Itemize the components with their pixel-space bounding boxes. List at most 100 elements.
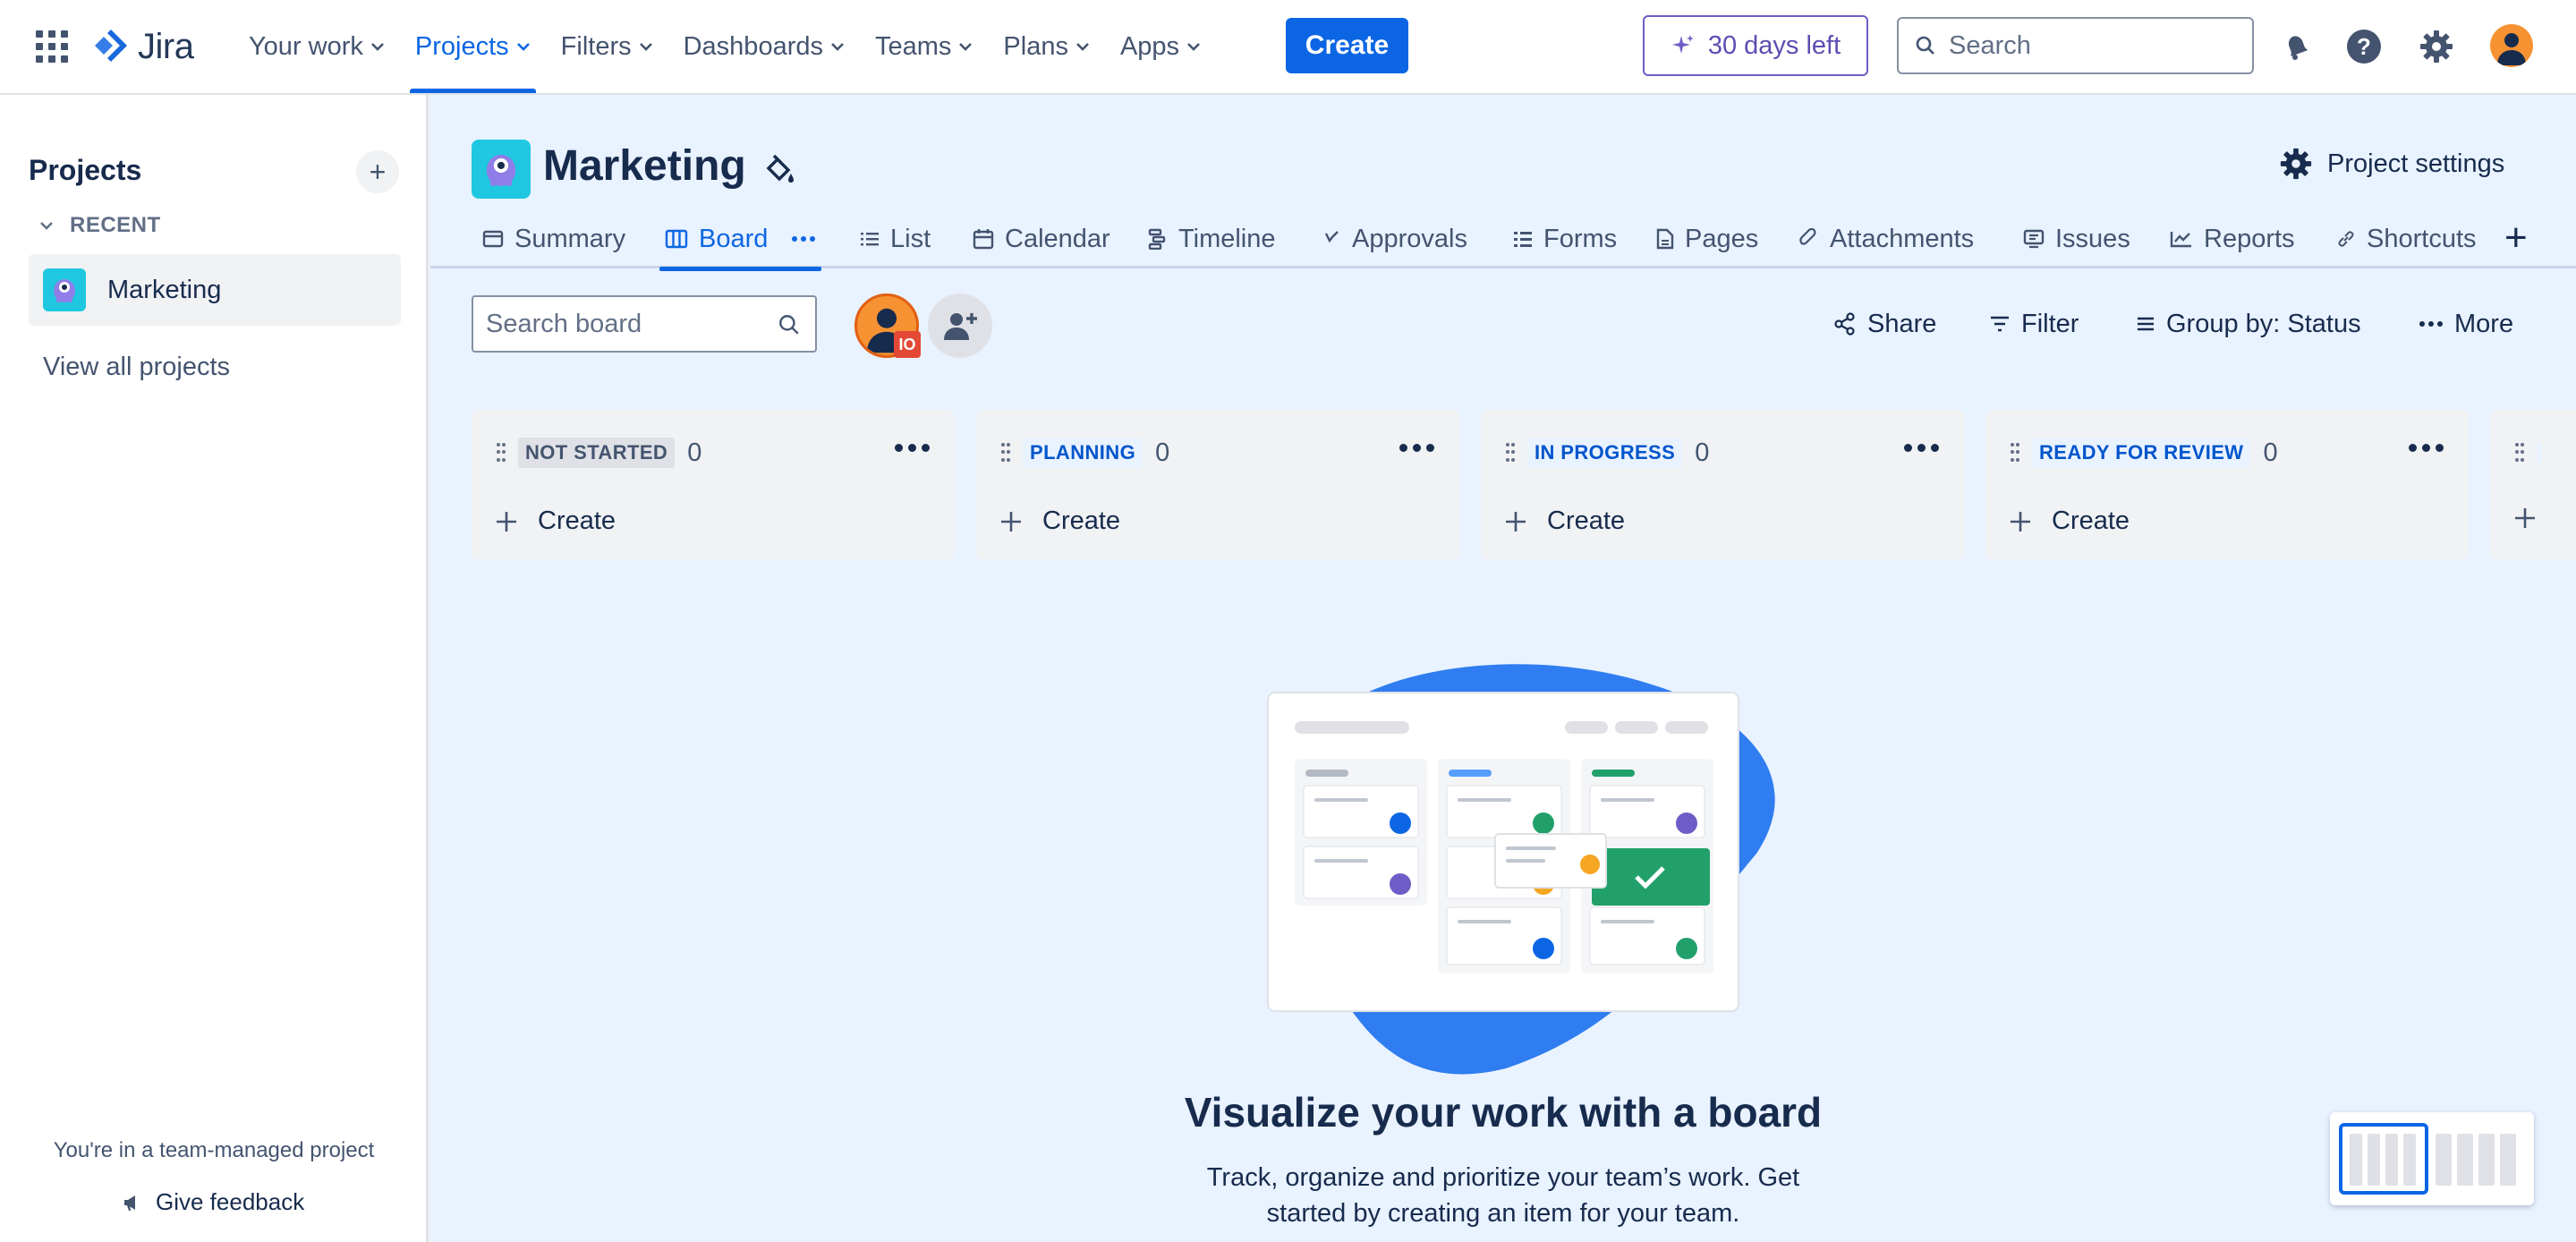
share-button[interactable]: Share bbox=[1833, 306, 1936, 342]
column-create-button[interactable]: Create bbox=[2009, 506, 2130, 536]
group-by-button[interactable]: Group by: Status bbox=[2136, 306, 2361, 342]
view-all-projects-link[interactable]: View all projects bbox=[43, 353, 230, 382]
add-person-icon bbox=[944, 313, 977, 340]
sidebar-title: Projects bbox=[29, 154, 142, 186]
tab-reports[interactable]: Reports bbox=[2170, 209, 2295, 268]
create-label: Create bbox=[538, 506, 616, 535]
tab-label: Reports bbox=[2204, 224, 2295, 253]
tab-issues[interactable]: Issues bbox=[2023, 209, 2130, 268]
sidebar-item-label: Marketing bbox=[107, 275, 222, 304]
tab-calendar[interactable]: Calendar bbox=[973, 209, 1110, 268]
user-avatar[interactable] bbox=[2490, 24, 2533, 67]
drag-handle-icon[interactable] bbox=[1001, 443, 1010, 463]
tab-label: Calendar bbox=[1005, 224, 1110, 253]
more-icon bbox=[2419, 321, 2443, 327]
recent-section-toggle[interactable]: RECENT bbox=[39, 213, 161, 238]
drag-handle-icon[interactable] bbox=[2011, 443, 2019, 463]
column-more-icon[interactable] bbox=[1399, 444, 1434, 452]
tab-label: Board bbox=[699, 224, 769, 253]
trial-button[interactable]: 30 days left bbox=[1643, 15, 1868, 76]
column-create-button[interactable]: Create bbox=[1504, 506, 1625, 536]
nav-teams[interactable]: Teams bbox=[875, 0, 973, 93]
global-search[interactable] bbox=[1897, 17, 2254, 74]
plus-icon bbox=[1001, 511, 1021, 532]
column-header: PLANNING 0 bbox=[1001, 435, 1169, 471]
attachment-icon bbox=[1799, 228, 1816, 245]
trial-label: 30 days left bbox=[1707, 30, 1841, 60]
project-tabs: Summary Board List Calendar Timeline App… bbox=[430, 209, 2576, 271]
jira-logo[interactable]: Jira bbox=[91, 23, 194, 70]
filter-button[interactable]: Filter bbox=[1989, 306, 2079, 342]
board-search-input[interactable] bbox=[486, 309, 772, 339]
megaphone-icon bbox=[124, 1195, 135, 1211]
team-managed-note: You're in a team-managed project bbox=[53, 1138, 375, 1162]
project-settings-button[interactable]: Project settings bbox=[2279, 147, 2504, 181]
sidebar-item-marketing[interactable]: Marketing bbox=[29, 254, 401, 326]
tab-board[interactable]: Board bbox=[659, 209, 822, 271]
logo-text: Jira bbox=[138, 26, 194, 66]
help-icon[interactable]: ? bbox=[2344, 27, 2384, 66]
nav-label: Dashboards bbox=[683, 31, 823, 61]
nav-label: Projects bbox=[414, 31, 509, 61]
add-project-button[interactable]: + bbox=[356, 150, 399, 193]
group-icon bbox=[2138, 317, 2154, 331]
avatar-badge: IO bbox=[894, 331, 921, 358]
plus-icon bbox=[2011, 511, 2030, 532]
search-icon bbox=[779, 315, 799, 335]
more-icon[interactable] bbox=[791, 235, 816, 242]
status-lozenge: READY FOR REVIEW bbox=[2032, 438, 2251, 468]
chevron-down-icon bbox=[516, 43, 530, 51]
sparkle-icon bbox=[1671, 35, 1694, 54]
primary-nav: Your work Projects Filters Dashboards Te… bbox=[249, 0, 1231, 93]
project-settings-label: Project settings bbox=[2327, 149, 2505, 178]
column-more-icon[interactable] bbox=[895, 444, 930, 452]
nav-projects[interactable]: Projects bbox=[409, 0, 536, 93]
column-create-button[interactable]: Create bbox=[495, 506, 616, 536]
chevron-down-icon bbox=[370, 43, 384, 51]
column-more-icon[interactable] bbox=[1904, 444, 1939, 452]
settings-icon[interactable] bbox=[2417, 27, 2456, 66]
link-icon bbox=[2338, 231, 2354, 247]
column-create-button[interactable]: Create bbox=[999, 506, 1120, 536]
column-more-icon[interactable] bbox=[2409, 444, 2444, 452]
nav-your-work[interactable]: Your work bbox=[249, 0, 385, 93]
tab-summary[interactable]: Summary bbox=[482, 209, 625, 268]
tab-shortcuts[interactable]: Shortcuts bbox=[2336, 209, 2477, 268]
chevron-down-icon bbox=[1076, 43, 1089, 51]
column-create-button[interactable] bbox=[2513, 506, 2537, 530]
search-icon bbox=[1916, 36, 1934, 55]
tab-timeline[interactable]: Timeline bbox=[1148, 209, 1276, 268]
forms-icon bbox=[1514, 232, 1532, 247]
drag-handle-icon[interactable] bbox=[1506, 443, 1515, 463]
nav-label: Your work bbox=[249, 31, 363, 61]
recent-label: RECENT bbox=[70, 213, 161, 237]
tab-label: Summary bbox=[514, 224, 626, 253]
tab-list[interactable]: List bbox=[860, 209, 931, 268]
nav-dashboards[interactable]: Dashboards bbox=[684, 0, 845, 93]
drag-handle-icon[interactable] bbox=[497, 443, 506, 463]
nav-apps[interactable]: Apps bbox=[1120, 0, 1201, 93]
add-people-button[interactable] bbox=[928, 293, 992, 358]
app-switcher-icon[interactable] bbox=[36, 30, 68, 63]
nav-plans[interactable]: Plans bbox=[1003, 0, 1090, 93]
more-button[interactable]: More bbox=[2419, 306, 2513, 342]
board-minimap[interactable] bbox=[2330, 1112, 2534, 1205]
add-tab-button[interactable]: + bbox=[2504, 218, 2528, 258]
empty-state-title: Visualize your work with a board bbox=[1184, 1089, 1823, 1136]
board-search[interactable] bbox=[472, 295, 817, 353]
tab-pages[interactable]: Pages bbox=[1656, 209, 1758, 268]
drag-handle-icon[interactable] bbox=[2515, 443, 2524, 463]
plus-icon bbox=[1506, 511, 1526, 532]
jira-logo-icon bbox=[95, 30, 127, 62]
create-button[interactable]: Create bbox=[1286, 18, 1408, 73]
paint-bucket-icon[interactable] bbox=[761, 150, 797, 186]
nav-filters[interactable]: Filters bbox=[561, 0, 653, 93]
notifications-icon[interactable] bbox=[2277, 27, 2317, 66]
tab-forms[interactable]: Forms bbox=[1513, 209, 1617, 268]
column-header: NOT STARTED 0 bbox=[497, 435, 701, 471]
give-feedback-button[interactable]: Give feedback bbox=[122, 1188, 304, 1216]
tab-approvals[interactable]: Approvals bbox=[1323, 209, 1467, 268]
tab-attachments[interactable]: Attachments bbox=[1799, 209, 1974, 268]
page-title: Marketing bbox=[543, 142, 746, 190]
search-input[interactable] bbox=[1949, 30, 2235, 61]
